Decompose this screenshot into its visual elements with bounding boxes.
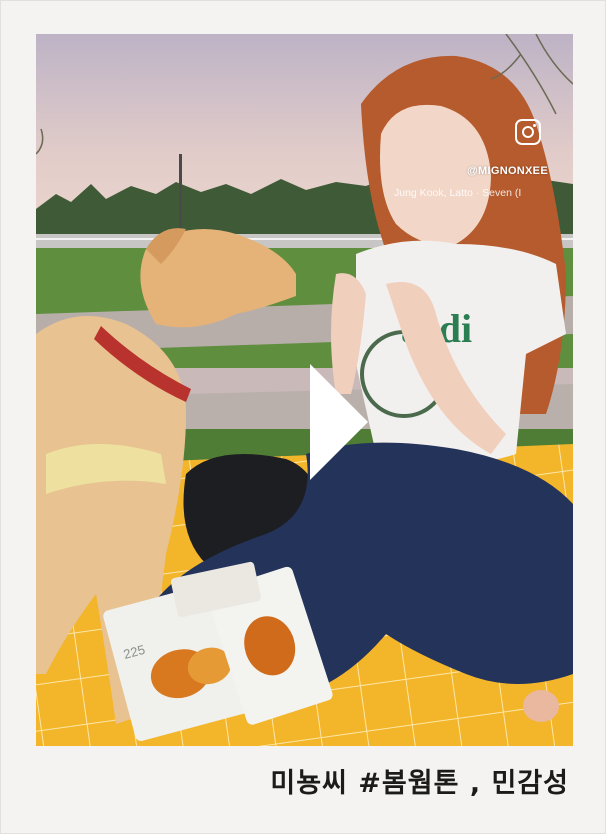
play-icon[interactable] bbox=[306, 360, 372, 484]
instagram-icon bbox=[515, 119, 541, 145]
polaroid-frame: ardi 225 bbox=[0, 0, 606, 834]
video-thumbnail[interactable]: ardi 225 bbox=[36, 34, 573, 746]
music-label: Jung Kook, Latto · Seven (I bbox=[394, 187, 522, 199]
photo-scene: ardi 225 bbox=[36, 34, 573, 746]
instagram-handle: @MIGNONXEE bbox=[467, 165, 548, 177]
photo-caption: 미뇽씨 #봄웜톤 , 민감성 bbox=[270, 768, 569, 799]
